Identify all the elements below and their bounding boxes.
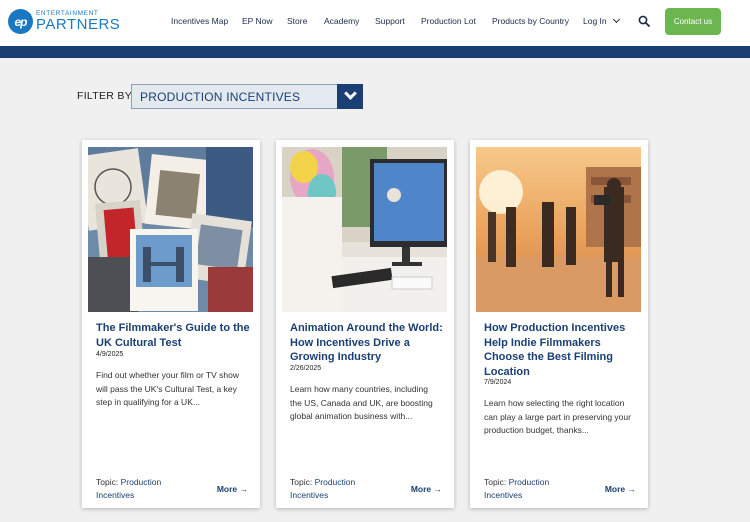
ep-logo[interactable]: ep ENTERTAINMENT PARTNERS bbox=[8, 9, 120, 34]
logo-mark: ep bbox=[8, 9, 33, 34]
nav-production-lot[interactable]: Production Lot bbox=[421, 16, 476, 26]
card-date: 4/9/2025 bbox=[96, 351, 124, 358]
card-topic: Topic: Production Incentives bbox=[484, 476, 584, 502]
more-link[interactable]: More → bbox=[217, 484, 248, 494]
nav-products-by-country[interactable]: Products by Country bbox=[492, 16, 569, 26]
card-title[interactable]: Animation Around the World: How Incentiv… bbox=[290, 321, 445, 365]
card-description: Learn how selecting the right location c… bbox=[484, 398, 631, 435]
filter-label: FILTER BY bbox=[77, 90, 133, 102]
card-title[interactable]: How Production Incentives Help Indie Fil… bbox=[484, 321, 639, 379]
topic-label: Topic: bbox=[290, 477, 313, 487]
card-topic: Topic: Production Incentives bbox=[290, 476, 390, 502]
filter-select[interactable]: PRODUCTION INCENTIVES bbox=[131, 84, 363, 109]
site-header: ep ENTERTAINMENT PARTNERS Incentives Map… bbox=[0, 0, 750, 46]
card-topic: Topic: Production Incentives bbox=[96, 476, 196, 502]
chevron-down-icon bbox=[612, 15, 620, 24]
card-image-london-collage[interactable] bbox=[88, 147, 253, 312]
more-link[interactable]: More → bbox=[605, 484, 636, 494]
card-title[interactable]: The Filmmaker's Guide to the UK Cultural… bbox=[96, 321, 251, 350]
nav-academy[interactable]: Academy bbox=[324, 16, 359, 26]
hero-band bbox=[0, 46, 750, 58]
card-date: 2/26/2025 bbox=[290, 365, 322, 372]
topic-label: Topic: bbox=[484, 477, 507, 487]
nav-incentives-map[interactable]: Incentives Map bbox=[171, 16, 228, 26]
more-link[interactable]: More → bbox=[411, 484, 442, 494]
card-date: 7/9/2024 bbox=[484, 379, 512, 386]
article-card[interactable]: The Filmmaker's Guide to the UK Cultural… bbox=[82, 140, 260, 508]
search-icon[interactable] bbox=[638, 15, 650, 27]
card-image-film-crew-sunset[interactable] bbox=[476, 147, 641, 312]
logo-bottom-text: PARTNERS bbox=[36, 16, 121, 34]
card-image-animator-desk[interactable] bbox=[282, 147, 447, 312]
log-in-label: Log In bbox=[583, 16, 607, 26]
article-card[interactable]: Animation Around the World: How Incentiv… bbox=[276, 140, 454, 508]
article-card[interactable]: How Production Incentives Help Indie Fil… bbox=[470, 140, 648, 508]
filter-selected-value: PRODUCTION INCENTIVES bbox=[140, 89, 301, 104]
nav-support[interactable]: Support bbox=[375, 16, 405, 26]
nav-store[interactable]: Store bbox=[287, 16, 307, 26]
contact-us-button[interactable]: Contact us bbox=[665, 8, 721, 35]
nav-log-in[interactable]: Log In bbox=[583, 15, 620, 26]
chevron-down-icon[interactable] bbox=[337, 84, 363, 109]
topic-label: Topic: bbox=[96, 477, 119, 487]
card-description: Learn how many countries, including the … bbox=[290, 384, 433, 421]
card-description: Find out whether your film or TV show wi… bbox=[96, 370, 239, 407]
nav-ep-now[interactable]: EP Now bbox=[242, 16, 273, 26]
